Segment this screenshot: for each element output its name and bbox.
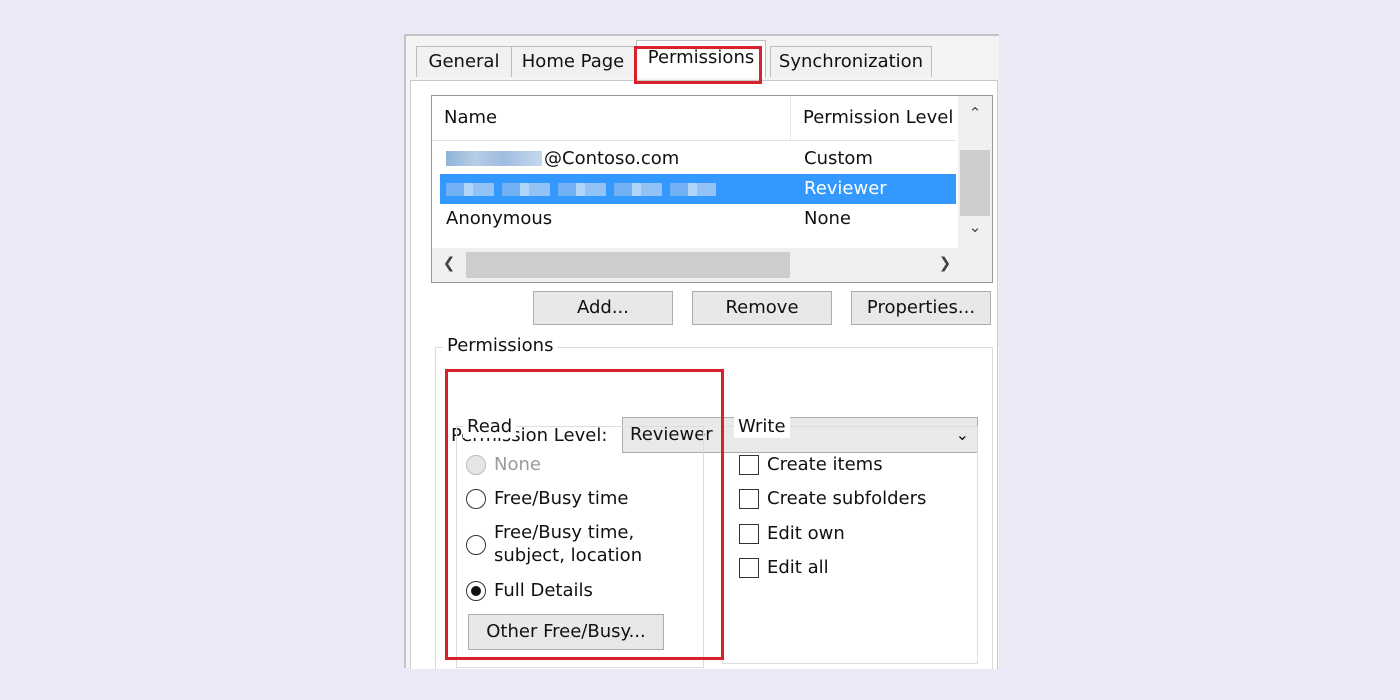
radio-free-busy[interactable] bbox=[466, 489, 486, 509]
tab-home-page[interactable]: Home Page bbox=[511, 46, 635, 77]
permission-list[interactable]: Name Permission Level @Contoso.com Custo… bbox=[431, 95, 993, 283]
horizontal-scrollbar[interactable]: ❮ ❯ bbox=[432, 248, 992, 282]
radio-none[interactable] bbox=[466, 455, 486, 475]
list-item[interactable]: Anonymous None bbox=[440, 204, 956, 234]
properties-button[interactable]: Properties... bbox=[851, 291, 991, 325]
remove-button[interactable]: Remove bbox=[692, 291, 832, 325]
read-group-title: Read bbox=[463, 416, 517, 438]
tab-general[interactable]: General bbox=[416, 46, 512, 77]
column-header-name[interactable]: Name bbox=[432, 96, 791, 140]
list-item[interactable]: Reviewer bbox=[440, 174, 956, 204]
checkbox-edit-all[interactable] bbox=[739, 558, 759, 578]
tab-synchronization[interactable]: Synchronization bbox=[770, 46, 932, 77]
chevron-right-icon[interactable]: ❯ bbox=[928, 254, 962, 272]
folder-properties-dialog: General Home Page Permissions Synchroniz… bbox=[404, 34, 999, 669]
user-permission-level: Reviewer bbox=[804, 178, 887, 199]
checkbox-create-items[interactable] bbox=[739, 455, 759, 475]
list-item[interactable]: @Contoso.com Custom bbox=[440, 144, 956, 174]
radio-full-details[interactable] bbox=[466, 581, 486, 601]
radio-free-busy-subject-location[interactable] bbox=[466, 535, 486, 555]
column-header-permission-level[interactable]: Permission Level bbox=[791, 96, 956, 140]
permissions-tab-highlight bbox=[634, 46, 762, 84]
user-email: @Contoso.com bbox=[544, 148, 680, 169]
checkbox-create-subfolders[interactable] bbox=[739, 489, 759, 509]
permissions-group-title: Permissions bbox=[443, 335, 558, 357]
user-permission-level: None bbox=[804, 208, 851, 229]
other-free-busy-button[interactable]: Other Free/Busy... bbox=[468, 614, 664, 650]
horizontal-scroll-thumb[interactable] bbox=[466, 252, 790, 278]
write-group-title: Write bbox=[734, 416, 790, 438]
redacted-name bbox=[446, 183, 716, 196]
list-header: Name Permission Level bbox=[432, 96, 956, 141]
chevron-up-icon[interactable]: ⌃ bbox=[958, 104, 992, 122]
user-name: Anonymous bbox=[446, 208, 553, 229]
chevron-left-icon[interactable]: ❮ bbox=[432, 254, 466, 272]
redacted-name bbox=[446, 151, 542, 166]
vertical-scroll-thumb[interactable] bbox=[960, 150, 990, 216]
chevron-down-icon[interactable]: ⌄ bbox=[958, 218, 992, 236]
add-button[interactable]: Add... bbox=[533, 291, 673, 325]
vertical-scrollbar[interactable]: ⌃ ⌄ bbox=[958, 96, 992, 248]
permissions-panel: Name Permission Level @Contoso.com Custo… bbox=[410, 80, 998, 669]
user-permission-level: Custom bbox=[804, 148, 873, 169]
checkbox-edit-own[interactable] bbox=[739, 524, 759, 544]
